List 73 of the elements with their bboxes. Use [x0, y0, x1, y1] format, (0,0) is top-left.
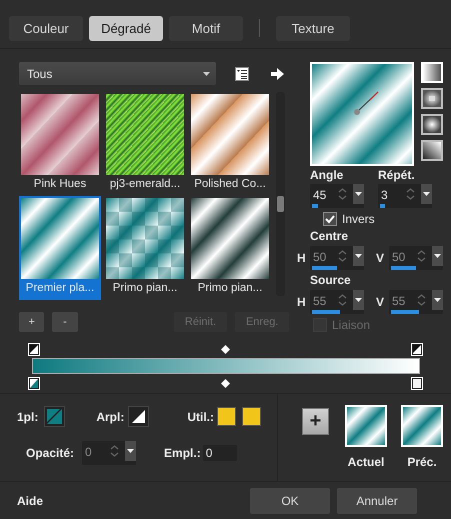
caret-icon: [423, 192, 430, 196]
angle-field[interactable]: 45: [310, 184, 364, 208]
style-button[interactable]: [421, 140, 443, 161]
dropdown-button[interactable]: [421, 184, 432, 204]
small-button[interactable]: +: [19, 312, 44, 332]
gradient-style-icon: [423, 90, 441, 107]
previous-label: Préc.: [407, 455, 437, 469]
tab[interactable]: Texture: [276, 16, 350, 40]
axis-label: H: [297, 251, 307, 265]
gradient-style-icon: [423, 142, 441, 159]
section-label: Source: [310, 273, 351, 287]
caret-icon: [127, 449, 134, 453]
repeat-label: Répét.: [378, 168, 416, 182]
category-dropdown[interactable]: Tous: [19, 62, 216, 85]
background-label: Arpl:: [96, 410, 124, 424]
color-stop-icon[interactable]: [411, 342, 423, 356]
checkbox-label: Liaison: [332, 318, 370, 332]
gradient-tile[interactable]: Primo pian...: [104, 196, 186, 300]
ok-button[interactable]: OK: [250, 488, 330, 514]
small-button[interactable]: -: [52, 312, 78, 332]
axis-label: H: [297, 295, 307, 309]
help-link[interactable]: Aide: [17, 494, 44, 508]
section-label: Centre: [310, 229, 348, 243]
tab[interactable]: Couleur: [9, 16, 83, 40]
caret-icon: [434, 254, 441, 258]
caret-icon: [434, 298, 441, 302]
tab[interactable]: Motif: [169, 16, 243, 40]
user-swatch[interactable]: [242, 407, 262, 426]
dropdown-button[interactable]: [353, 184, 364, 204]
color-stop-icon[interactable]: [28, 342, 40, 356]
current-label: Actuel: [348, 455, 384, 469]
repeat-field[interactable]: 3: [378, 184, 432, 208]
color-stop-icon[interactable]: [411, 376, 423, 390]
caret-icon: [355, 254, 362, 258]
gradient-bar[interactable]: [32, 358, 420, 374]
gradient-tile[interactable]: Premier pla...: [19, 196, 101, 300]
location-label: Empl.:: [164, 446, 201, 460]
checkbox[interactable]: [323, 212, 337, 226]
angle-label: Angle: [310, 168, 344, 182]
gradient-tile[interactable]: Pink Hues: [19, 92, 101, 196]
cancel-button[interactable]: Annuler: [337, 488, 418, 514]
spinner-icon[interactable]: [338, 187, 347, 201]
caret-icon: [355, 298, 362, 302]
color-stop-icon[interactable]: [28, 376, 40, 390]
user-swatch[interactable]: [217, 407, 236, 426]
midpoint-icon[interactable]: [221, 344, 230, 354]
checkbox-label: Invers: [342, 212, 375, 226]
list-icon[interactable]: [235, 66, 249, 80]
opacity-label: Opacité:: [26, 446, 74, 460]
tab[interactable]: Dégradé: [89, 16, 163, 40]
arrow-right-icon[interactable]: [271, 68, 284, 80]
gradient-preview[interactable]: [310, 62, 414, 166]
caret-icon: [355, 192, 362, 196]
axis-label: V: [376, 251, 386, 265]
scrollbar[interactable]: [276, 92, 285, 296]
gradient-tile[interactable]: Polished Co...: [189, 92, 271, 196]
gradient-style-icon: [423, 116, 441, 133]
style-button[interactable]: [421, 114, 443, 135]
user-label: Util.:: [187, 410, 214, 424]
axis-label: V: [376, 295, 386, 309]
dropdown-value: Tous: [27, 66, 52, 80]
foreground-swatch[interactable]: [44, 406, 66, 427]
midpoint-icon[interactable]: [221, 378, 230, 388]
caret-icon: [203, 72, 210, 76]
add-button[interactable]: +: [302, 408, 329, 435]
style-button[interactable]: [421, 88, 443, 109]
spinner-icon[interactable]: [406, 187, 415, 201]
gradient-tile[interactable]: pj3-emerald...: [104, 92, 186, 196]
gradient-tile[interactable]: Primo pian...: [189, 196, 271, 300]
gradient-style-icon: [423, 64, 441, 81]
foreground-label: 1pl:: [17, 410, 38, 424]
background-swatch[interactable]: [128, 406, 150, 427]
location-field[interactable]: 0: [202, 445, 237, 461]
